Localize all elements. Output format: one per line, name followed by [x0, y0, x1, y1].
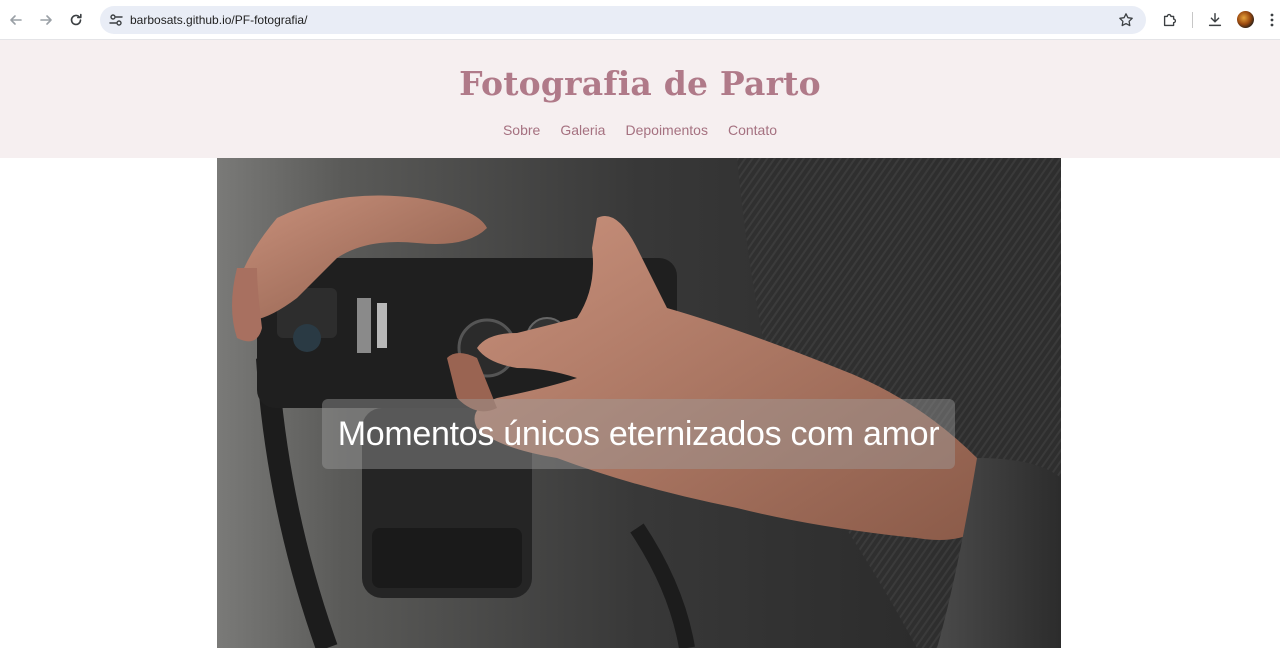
kebab-menu-icon	[1270, 13, 1274, 27]
star-icon[interactable]	[1118, 12, 1134, 28]
site-nav: Sobre Galeria Depoimentos Contato	[0, 122, 1280, 138]
browser-toolbar: barbosats.github.io/PF-fotografia/	[0, 0, 1280, 40]
hero-section: Momentos únicos eternizados com amor	[217, 158, 1061, 648]
url-text: barbosats.github.io/PF-fotografia/	[130, 13, 308, 27]
tune-icon[interactable]	[108, 12, 124, 28]
reload-button[interactable]	[64, 8, 88, 32]
browser-menu-button[interactable]	[1266, 10, 1278, 30]
hero-caption: Momentos únicos eternizados com amor	[322, 399, 955, 469]
puzzle-icon	[1163, 13, 1177, 27]
downloads-button[interactable]	[1205, 10, 1225, 30]
arrow-left-icon	[10, 15, 22, 25]
nav-link-sobre[interactable]: Sobre	[503, 122, 540, 138]
nav-link-depoimentos[interactable]: Depoimentos	[625, 122, 708, 138]
nav-link-contato[interactable]: Contato	[728, 122, 777, 138]
reload-icon	[70, 13, 82, 26]
back-button[interactable]	[4, 8, 28, 32]
toolbar-divider	[1192, 12, 1193, 28]
avatar[interactable]	[1237, 11, 1254, 28]
site-title: Fotografia de Parto	[459, 64, 821, 103]
extensions-button[interactable]	[1160, 10, 1180, 30]
address-bar[interactable]: barbosats.github.io/PF-fotografia/	[100, 6, 1146, 34]
arrow-right-icon	[40, 15, 52, 25]
site-header: Fotografia de Parto Sobre Galeria Depoim…	[0, 40, 1280, 158]
nav-link-galeria[interactable]: Galeria	[560, 122, 605, 138]
forward-button[interactable]	[34, 8, 58, 32]
hero-caption-text: Momentos únicos eternizados com amor	[337, 414, 940, 453]
download-icon	[1208, 12, 1222, 27]
